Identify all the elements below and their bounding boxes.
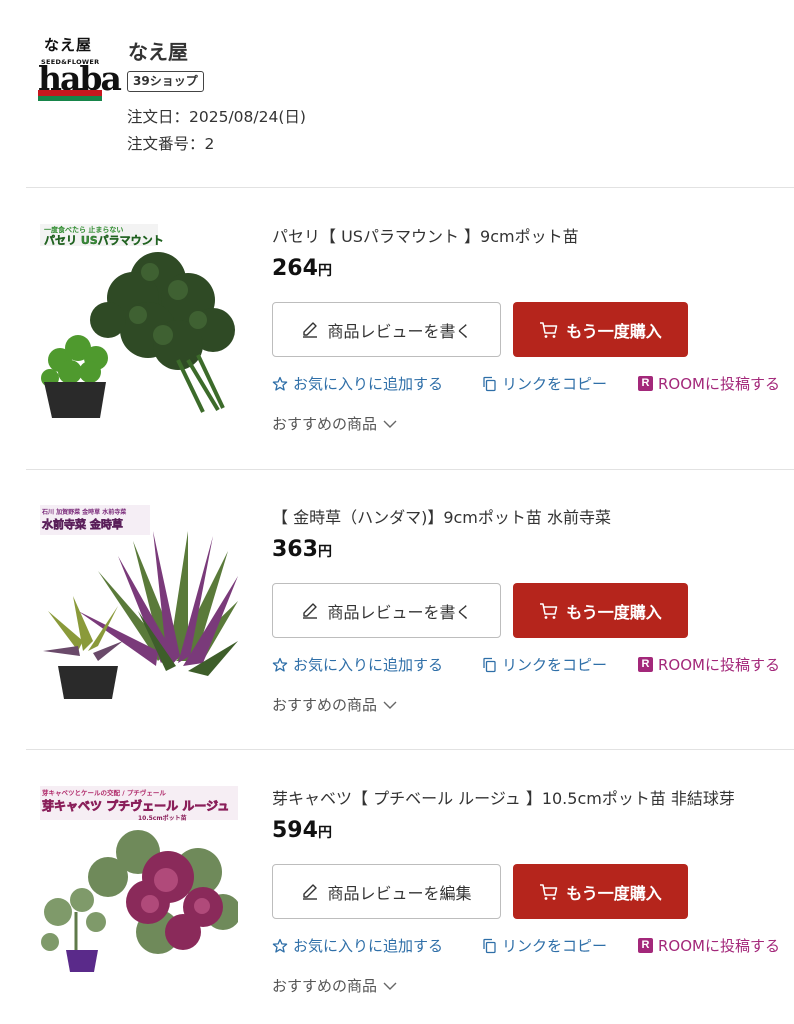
- order-date: 注文日：2025/08/24(日): [127, 108, 306, 126]
- svg-text:芽キャベツ プチヴェール ルージュ: 芽キャベツ プチヴェール ルージュ: [42, 798, 229, 813]
- price-currency: 円: [317, 544, 332, 560]
- add-favorite-link[interactable]: お気に入りに追加する: [272, 373, 443, 394]
- product-image[interactable]: 一度食べたら 止まらない パセリ USパラマウント: [38, 220, 238, 420]
- buy-again-label: もう一度購入: [566, 602, 662, 622]
- add-favorite-link[interactable]: お気に入りに追加する: [272, 654, 443, 675]
- room-label: ROOMに投稿する: [658, 656, 780, 674]
- recommend-label: おすすめの商品: [272, 415, 378, 433]
- logo-green-stripe: [38, 96, 102, 101]
- svg-text:水前寺菜 金時草: 水前寺菜 金時草: [42, 517, 123, 531]
- logo-shop-name: なえ屋: [44, 36, 93, 54]
- action-row: お気に入りに追加する リンクをコピー R ROOMに投稿する: [272, 654, 794, 676]
- copy-icon: [483, 938, 496, 953]
- product-image[interactable]: 芽キャベツとケールの交配 / プチヴェール 芽キャベツ プチヴェール ルージュ …: [38, 782, 238, 982]
- buy-again-label: もう一度購入: [566, 321, 662, 341]
- star-outline-icon: [272, 657, 288, 672]
- copy-link-button[interactable]: リンクをコピー: [482, 654, 607, 675]
- write-review-button[interactable]: 商品レビューを書く: [272, 583, 501, 638]
- review-button-label: 商品レビューを書く: [327, 321, 472, 341]
- svg-text:石川 加賀野菜 金時草 水前寺菜: 石川 加賀野菜 金時草 水前寺菜: [41, 508, 127, 516]
- copy-icon: [483, 376, 496, 391]
- room-label: ROOMに投稿する: [658, 375, 780, 393]
- product-title[interactable]: パセリ【 USパラマウント 】9cmポット苗: [272, 223, 579, 247]
- shop-name[interactable]: なえ屋: [128, 36, 188, 65]
- svg-text:10.5cmポット苗: 10.5cmポット苗: [138, 814, 187, 822]
- favorite-label: お気に入りに追加する: [293, 937, 444, 955]
- recommend-label: おすすめの商品: [272, 977, 378, 995]
- chevron-down-icon: [383, 982, 397, 990]
- chevron-down-icon: [383, 420, 397, 428]
- room-label: ROOMに投稿する: [658, 937, 780, 955]
- review-button-label: 商品レビューを編集: [327, 883, 472, 903]
- write-review-button[interactable]: 商品レビューを書く: [272, 302, 501, 357]
- cart-icon: [540, 602, 558, 619]
- svg-text:芽キャベツとケールの交配 / プチヴェール: 芽キャベツとケールの交配 / プチヴェール: [42, 788, 166, 797]
- review-button-label: 商品レビューを書く: [327, 602, 472, 622]
- price-amount: 264: [272, 256, 318, 281]
- post-to-room-link[interactable]: R ROOMに投稿する: [638, 373, 780, 394]
- edit-review-button[interactable]: 商品レビューを編集: [272, 864, 501, 919]
- action-row: お気に入りに追加する リンクをコピー R ROOMに投稿する: [272, 373, 794, 395]
- order-number: 注文番号：2: [127, 135, 215, 153]
- product-card: 一度食べたら 止まらない パセリ USパラマウント パセリ【 USパラマウント …: [0, 188, 794, 448]
- svg-text:一度食べたら 止まらない: 一度食べたら 止まらない: [44, 225, 123, 234]
- copy-icon: [483, 657, 496, 672]
- product-title[interactable]: 【 金時草（ハンダマ)】9cmポット苗 水前寺菜: [272, 504, 611, 528]
- recommend-label: おすすめの商品: [272, 696, 378, 714]
- favorite-label: お気に入りに追加する: [293, 375, 444, 393]
- buy-again-button[interactable]: もう一度購入: [513, 583, 688, 638]
- product-title[interactable]: 芽キャベツ【 プチベール ルージュ 】10.5cmポット苗 非結球芽: [272, 785, 735, 809]
- room-badge-icon: R: [638, 376, 653, 391]
- recommended-items-toggle[interactable]: おすすめの商品: [272, 975, 397, 996]
- copy-label: リンクをコピー: [502, 656, 608, 674]
- product-card: 石川 加賀野菜 金時草 水前寺菜 水前寺菜 金時草 【 金時草（ハンダマ)】9c…: [0, 469, 794, 729]
- recommended-items-toggle[interactable]: おすすめの商品: [272, 413, 397, 434]
- price-amount: 594: [272, 818, 318, 843]
- price-amount: 363: [272, 537, 318, 562]
- copy-label: リンクをコピー: [502, 375, 608, 393]
- pencil-icon: [303, 321, 318, 338]
- shop-logo[interactable]: なえ屋 SEED&FLOWER haba: [38, 34, 122, 104]
- post-to-room-link[interactable]: R ROOMに投稿する: [638, 935, 780, 956]
- product-price: 264円: [272, 256, 332, 281]
- room-badge-icon: R: [638, 938, 653, 953]
- room-badge-icon: R: [638, 657, 653, 672]
- svg-text:パセリ USパラマウント: パセリ USパラマウント: [44, 234, 164, 247]
- add-favorite-link[interactable]: お気に入りに追加する: [272, 935, 443, 956]
- shop-badge: 39ショップ: [127, 71, 204, 92]
- buy-again-button[interactable]: もう一度購入: [513, 302, 688, 357]
- star-outline-icon: [272, 376, 288, 391]
- favorite-label: お気に入りに追加する: [293, 656, 444, 674]
- pencil-icon: [303, 883, 318, 900]
- star-outline-icon: [272, 938, 288, 953]
- copy-link-button[interactable]: リンクをコピー: [482, 935, 607, 956]
- pencil-icon: [303, 602, 318, 619]
- chevron-down-icon: [383, 701, 397, 709]
- product-price: 363円: [272, 537, 332, 562]
- product-price: 594円: [272, 818, 332, 843]
- cart-icon: [540, 321, 558, 338]
- product-image[interactable]: 石川 加賀野菜 金時草 水前寺菜 水前寺菜 金時草: [38, 501, 238, 701]
- product-card: 芽キャベツとケールの交配 / プチヴェール 芽キャベツ プチヴェール ルージュ …: [0, 750, 794, 1010]
- price-currency: 円: [317, 263, 332, 279]
- action-row: お気に入りに追加する リンクをコピー R ROOMに投稿する: [272, 935, 794, 957]
- copy-label: リンクをコピー: [502, 937, 608, 955]
- buy-again-label: もう一度購入: [566, 883, 662, 903]
- shop-header: なえ屋 SEED&FLOWER haba なえ屋 39ショップ 注文日：2025…: [38, 34, 778, 184]
- price-currency: 円: [317, 825, 332, 841]
- buy-again-button[interactable]: もう一度購入: [513, 864, 688, 919]
- recommended-items-toggle[interactable]: おすすめの商品: [272, 694, 397, 715]
- post-to-room-link[interactable]: R ROOMに投稿する: [638, 654, 780, 675]
- cart-icon: [540, 883, 558, 900]
- copy-link-button[interactable]: リンクをコピー: [482, 373, 607, 394]
